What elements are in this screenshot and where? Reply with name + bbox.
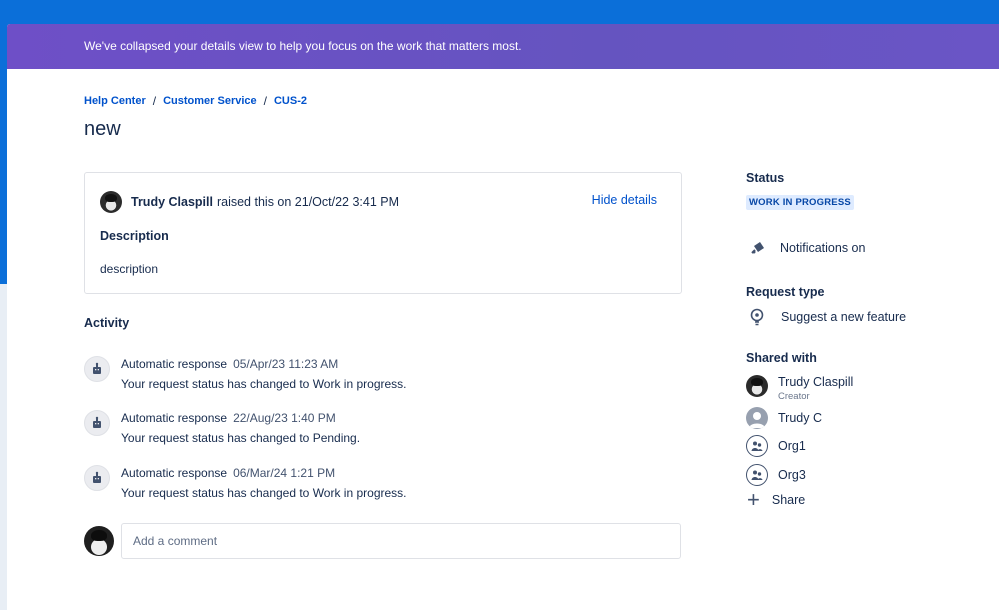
activity-message: Your request status has changed to Work … (121, 486, 407, 500)
request-type-value: Suggest a new feature (750, 308, 906, 326)
participant-name: Trudy C (778, 411, 822, 425)
activity-time: 05/Apr/23 11:23 AM (233, 357, 339, 371)
banner-message: We've collapsed your details view to hel… (84, 39, 522, 53)
participant-avatar (746, 375, 768, 397)
description-text: description (100, 262, 159, 276)
request-type-heading: Request type (746, 285, 825, 299)
organization-name: Org1 (778, 439, 806, 453)
activity-author: Automatic response (121, 357, 228, 371)
activity-author: Automatic response (121, 411, 228, 425)
share-label: Share (771, 493, 806, 507)
current-user-avatar (84, 526, 114, 556)
activity-time: 06/Mar/24 1:21 PM (233, 466, 336, 480)
comment-input[interactable] (121, 523, 681, 559)
request-type-label: Suggest a new feature (781, 310, 907, 324)
activity-author: Automatic response (121, 466, 228, 480)
info-banner: We've collapsed your details view to hel… (7, 24, 999, 69)
shared-participant: Trudy Claspill Creator (746, 375, 853, 402)
activity-item: Automatic response 06/Mar/24 1:21 PM Your… (84, 463, 407, 503)
person-icon (746, 407, 768, 429)
description-label: Description (100, 229, 169, 243)
activity-item: Automatic response 05/Apr/23 11:23 AM You… (84, 354, 407, 394)
breadcrumb-separator: / (263, 94, 267, 108)
request-details-panel: Trudy Claspill raised this on 21/Oct/22 … (84, 172, 682, 294)
shared-with-heading: Shared with (746, 351, 817, 365)
raised-by-line: Trudy Claspill raised this on 21/Oct/22 … (100, 191, 399, 213)
breadcrumb-customer-service[interactable]: Customer Service (163, 95, 257, 107)
organization-name: Org3 (778, 468, 806, 482)
notifications-label: Notifications on (780, 241, 866, 255)
participant-role: Creator (778, 391, 810, 402)
share-button[interactable]: + Share (747, 487, 806, 512)
organization-icon (746, 435, 768, 457)
reporter-avatar[interactable] (100, 191, 122, 213)
breadcrumb-help-center[interactable]: Help Center (84, 95, 146, 107)
activity-message: Your request status has changed to Pendi… (121, 431, 361, 445)
status-badge: WORK IN PROGRESS (746, 195, 854, 210)
status-heading: Status (746, 171, 785, 185)
organization-icon (746, 464, 768, 486)
plus-icon: + (747, 487, 760, 512)
bot-icon (84, 410, 110, 436)
bot-icon (84, 356, 110, 382)
activity-time: 22/Aug/23 1:40 PM (233, 411, 336, 425)
comment-row (84, 523, 681, 559)
shared-organization: Org3 (746, 464, 806, 486)
reporter-name[interactable]: Trudy Claspill (131, 195, 213, 209)
request-page: We've collapsed your details view to hel… (7, 24, 999, 610)
activity-message: Your request status has changed to Work … (121, 377, 407, 391)
breadcrumb-separator: / (152, 94, 157, 108)
hide-details-button[interactable]: Hide details (592, 193, 657, 207)
lightbulb-icon (750, 308, 766, 326)
activity-heading: Activity (84, 316, 130, 330)
shared-organization: Org1 (746, 435, 806, 457)
notifications-toggle[interactable]: Notifications on (750, 240, 865, 256)
app-background-top (0, 0, 999, 24)
notification-bell-icon (750, 240, 766, 256)
app-background-left (0, 24, 7, 610)
activity-item: Automatic response 22/Aug/23 1:40 PM Your… (84, 408, 360, 448)
shared-participant: Trudy C (746, 407, 822, 429)
bot-icon (84, 465, 110, 491)
participant-name: Trudy Claspill (778, 375, 854, 389)
breadcrumb: Help Center / Customer Service / CUS-2 (84, 94, 307, 108)
raised-date-text: raised this on 21/Oct/22 3:41 PM (216, 195, 400, 209)
page-title: new (84, 118, 121, 140)
breadcrumb-issue-key[interactable]: CUS-2 (274, 95, 307, 107)
